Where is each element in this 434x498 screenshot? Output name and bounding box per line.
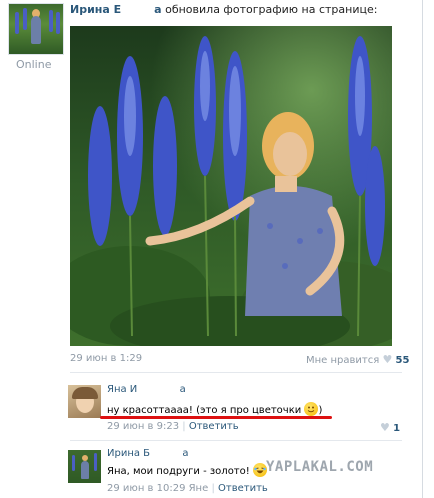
comment-text: ну красоттаааа! (это я про цветочки ) [107, 402, 322, 416]
comment-text-close: ) [318, 405, 323, 416]
comment-like[interactable]: ♥ 1 [380, 421, 400, 434]
comment-author-name[interactable]: Яна И [107, 384, 137, 395]
comment-text-body: Яна, мои подруги - золото! [107, 466, 250, 477]
post-photo[interactable] [70, 26, 392, 346]
comment-text-body: ну красоттаааа! (это я про цветочки [107, 405, 302, 416]
post-action-text: обновила фотографию на странице: [165, 3, 378, 16]
comment-meta: 29 июн в 9:23 | Ответить [107, 421, 239, 432]
divider [70, 440, 402, 441]
divider [70, 372, 402, 373]
comment-text: Яна, мои подруги - золото! [107, 463, 267, 477]
comment-avatar[interactable] [68, 385, 101, 418]
comment-author-name[interactable]: Ирина Б [107, 448, 150, 459]
smile-emoji-icon [304, 402, 319, 416]
reply-link[interactable]: Ответить [189, 421, 239, 432]
online-status: Online [16, 58, 52, 71]
comment-author[interactable]: Яна И а [107, 384, 186, 395]
like-count: 55 [395, 355, 410, 366]
comment-time[interactable]: 29 июн в 10:29 Яне [107, 483, 208, 494]
laugh-emoji-icon [252, 463, 267, 477]
photo-image [70, 26, 392, 346]
comment-author-suffix[interactable]: а [182, 448, 188, 459]
reply-link[interactable]: Ответить [218, 483, 268, 494]
comment-time[interactable]: 29 июн в 9:23 [107, 421, 179, 432]
like-label[interactable]: Мне нравится [306, 355, 379, 366]
heart-icon[interactable]: ♥ [380, 421, 390, 434]
author-name[interactable]: Ирина Е [70, 3, 121, 16]
comment-like-count: 1 [393, 423, 401, 434]
like-block[interactable]: Мне нравится ♥ 55 [306, 353, 409, 366]
heart-icon[interactable]: ♥ [382, 353, 392, 366]
comment-meta: 29 июн в 10:29 Яне | Ответить [107, 483, 268, 494]
author-avatar[interactable] [8, 3, 64, 55]
author-name-suffix[interactable]: а [154, 3, 161, 16]
red-underline [100, 416, 332, 419]
comment-author[interactable]: Ирина Б а [107, 448, 189, 459]
post-header: Ирина Е а обновила фотографию на страниц… [70, 3, 377, 16]
comment-avatar[interactable] [68, 450, 101, 483]
post-card: Online Ирина Е а обновила фотографию на … [0, 0, 423, 498]
watermark-logo: YAPLAKAL.COM [266, 459, 374, 475]
comment-author-suffix[interactable]: а [180, 384, 186, 395]
post-date[interactable]: 29 июн в 1:29 [70, 353, 142, 364]
